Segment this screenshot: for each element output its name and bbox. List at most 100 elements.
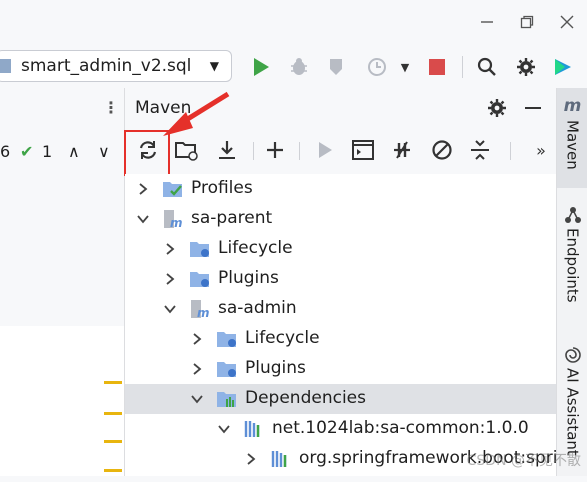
console-icon (352, 140, 374, 160)
maven-settings-button[interactable] (487, 98, 507, 122)
chevron-down-icon: ▼ (401, 61, 409, 74)
svg-text:m: m (197, 306, 210, 319)
no-entry-icon (431, 139, 453, 161)
chevron-right-icon (190, 362, 204, 376)
stop-button[interactable] (426, 56, 448, 78)
chevron-down-icon (190, 392, 204, 406)
add-maven-project-button[interactable] (263, 138, 287, 162)
stop-icon (429, 59, 445, 75)
toolbar-divider (510, 142, 511, 160)
highlight-box (124, 130, 170, 176)
editor-area (0, 326, 124, 476)
minimize-button[interactable] (467, 0, 507, 44)
tree-node-label: Plugins (218, 268, 279, 288)
chevron-right-icon (190, 332, 204, 346)
tree-scrollbar[interactable] (546, 260, 556, 370)
skip-tests-button[interactable] (430, 138, 454, 162)
plus-icon (266, 141, 284, 159)
more-run-options[interactable]: ▼ (394, 56, 416, 78)
tree-node-dependencies[interactable]: Dependencies (125, 384, 556, 414)
double-chevron-right-icon: » (536, 141, 546, 160)
tree-node-lifecycle[interactable]: Lifecycle (125, 324, 556, 354)
maven-panel-title: Maven (135, 98, 191, 118)
tree-node-label: sa-admin (218, 298, 297, 318)
svg-text:m: m (170, 216, 183, 229)
close-button[interactable] (547, 0, 587, 44)
chevron-right-icon (163, 242, 177, 256)
toolbar-divider (253, 142, 254, 160)
warnings-count: 6 (0, 142, 10, 161)
search-icon (477, 57, 497, 77)
more-actions-button[interactable]: » (529, 138, 553, 162)
ai-swirl-icon (564, 346, 582, 364)
toolbox-button[interactable] (552, 56, 574, 78)
tree-node-sa-admin[interactable]: m sa-admin (125, 294, 556, 324)
close-icon (560, 15, 574, 29)
chevron-down-icon (136, 212, 150, 226)
ok-count: 1 (42, 142, 52, 161)
chevron-down-icon (217, 422, 231, 436)
maven-tool-tab[interactable]: m Maven (557, 88, 587, 188)
ai-assistant-tab-label: AI Assistant (564, 368, 582, 456)
play-icon (252, 57, 270, 77)
collapse-all-icon (469, 139, 491, 161)
library-icon (243, 419, 265, 439)
debug-button[interactable] (288, 56, 310, 78)
tree-node-label: Lifecycle (218, 238, 293, 258)
maven-project-tree: Profiles m sa-parent Lifecycle Plugins m… (125, 174, 556, 476)
profiler-button[interactable] (366, 56, 388, 78)
restore-icon (520, 15, 534, 29)
main-toolbar: smart_admin_v2.sql ▼ ▼ (0, 44, 587, 88)
coverage-button[interactable] (326, 56, 348, 78)
maven-tab-label: Maven (564, 120, 582, 170)
run-config-selector[interactable]: smart_admin_v2.sql ▼ (0, 50, 232, 82)
chevron-right-icon (136, 182, 150, 196)
more-vertical-icon[interactable]: ⋮ (103, 98, 119, 117)
toolbar-divider (299, 142, 300, 160)
search-button[interactable] (476, 56, 498, 78)
execute-goal-button[interactable] (351, 138, 375, 162)
settings-button[interactable] (515, 56, 537, 78)
tree-node-dependency[interactable]: net.1024lab:sa-common:1.0.0 (125, 414, 556, 444)
gutter-marker[interactable] (104, 381, 122, 384)
restore-button[interactable] (507, 0, 547, 44)
profiles-folder-icon (162, 179, 184, 199)
lifecycle-folder-icon (189, 239, 211, 259)
run-button[interactable] (250, 56, 272, 78)
generate-sources-button[interactable] (175, 138, 199, 162)
gear-icon (487, 98, 507, 118)
download-sources-button[interactable] (215, 138, 239, 162)
collapse-all-button[interactable] (468, 138, 492, 162)
tree-node-label: Plugins (245, 358, 306, 378)
run-maven-build-button[interactable] (313, 138, 337, 162)
toolbox-logo-icon (553, 57, 573, 77)
run-config-label: smart_admin_v2.sql (21, 56, 191, 76)
dependencies-folder-icon (216, 389, 238, 409)
next-highlight-icon[interactable]: ∨ (98, 142, 110, 161)
tree-node-sa-parent[interactable]: m sa-parent (125, 204, 556, 234)
tree-node-profiles[interactable]: Profiles (125, 174, 556, 204)
tree-node-label: Profiles (191, 178, 253, 198)
gear-icon (516, 57, 536, 77)
chevron-down-icon (163, 302, 177, 316)
previous-highlight-icon[interactable]: ∧ (68, 142, 80, 161)
endpoints-tab-label: Endpoints (564, 228, 582, 303)
play-icon (317, 141, 333, 159)
endpoints-icon (564, 206, 582, 224)
gutter-marker[interactable] (104, 412, 122, 415)
tree-node-label: Lifecycle (245, 328, 320, 348)
toolbar-divider (462, 56, 463, 78)
maven-module-icon: m (189, 299, 211, 319)
endpoints-tool-tab[interactable]: Endpoints (557, 202, 587, 322)
tree-node-lifecycle[interactable]: Lifecycle (125, 234, 556, 264)
gutter-marker[interactable] (104, 440, 122, 443)
minimize-panel-icon[interactable] (525, 107, 541, 109)
tree-node-plugins[interactable]: Plugins (125, 354, 556, 384)
window-controls (467, 0, 587, 44)
toggle-offline-button[interactable] (390, 138, 414, 162)
watermark: CSDN @不见不散 (467, 450, 581, 470)
check-icon: ✔ (20, 142, 33, 161)
gutter-marker[interactable] (104, 469, 122, 472)
tree-node-plugins[interactable]: Plugins (125, 264, 556, 294)
chevron-down-icon: ▼ (210, 59, 219, 73)
